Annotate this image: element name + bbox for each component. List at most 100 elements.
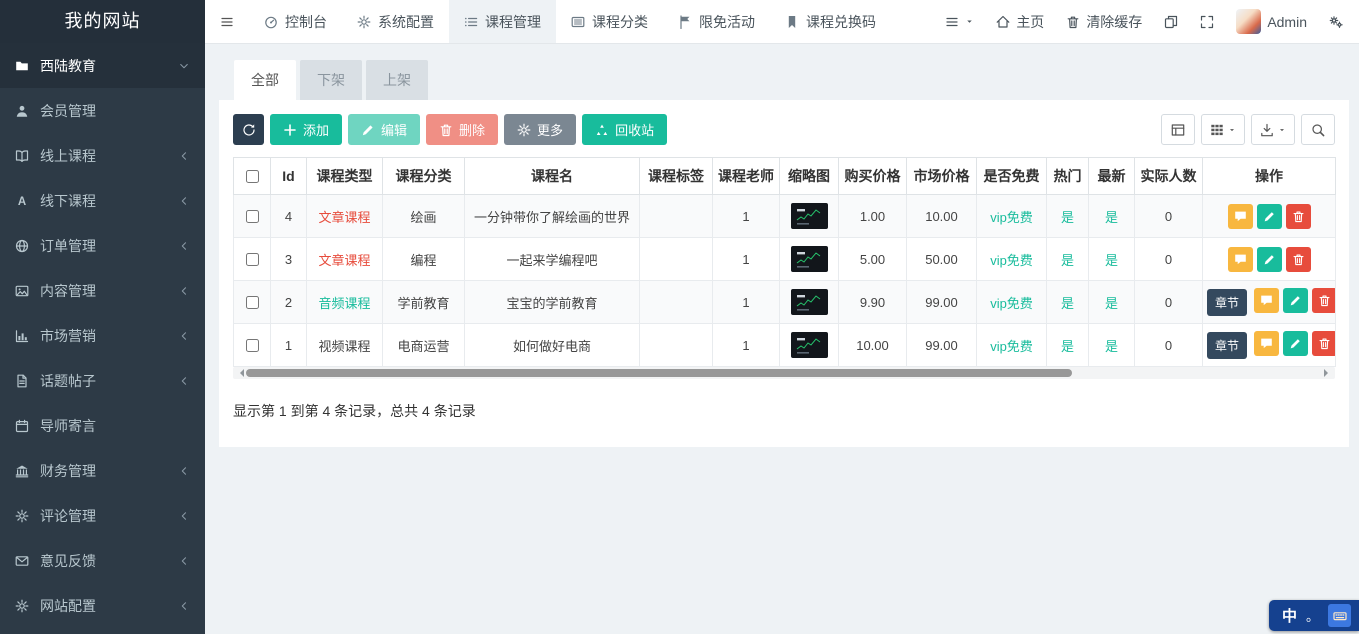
sidebar-item[interactable]: 导师寄言	[0, 403, 205, 448]
comment-button[interactable]	[1228, 247, 1253, 272]
chevron-down-icon	[178, 60, 190, 72]
select-all-checkbox[interactable]	[246, 170, 259, 183]
newest-toggle[interactable]: 是	[1105, 296, 1118, 311]
filter-tab[interactable]: 上架	[366, 60, 428, 100]
sidebar-item[interactable]: 市场营销	[0, 313, 205, 358]
edit-row-button[interactable]	[1283, 288, 1308, 313]
column-header[interactable]: 课程类型	[307, 158, 383, 195]
hot-toggle[interactable]: 是	[1061, 210, 1074, 225]
thumbnail-image[interactable]	[791, 203, 828, 229]
sidebar-item[interactable]: 线上课程	[0, 133, 205, 178]
sidebar-item[interactable]: 网站配置	[0, 583, 205, 628]
thumbnail-image[interactable]	[791, 332, 828, 358]
edit-row-button[interactable]	[1257, 204, 1282, 229]
free-toggle[interactable]: vip免费	[990, 253, 1033, 268]
column-header[interactable]: 是否免费	[977, 158, 1047, 195]
comment-button[interactable]	[1254, 331, 1279, 356]
sidebar-item[interactable]: 话题帖子	[0, 358, 205, 403]
delete-row-button[interactable]	[1312, 288, 1335, 313]
add-button[interactable]: 添加	[270, 114, 342, 145]
sidebar-item[interactable]: 意见反馈	[0, 538, 205, 583]
thumbnail-image[interactable]	[791, 289, 828, 315]
row-checkbox[interactable]	[246, 253, 259, 266]
scroll-right-arrow[interactable]	[1324, 367, 1332, 379]
nav-clear-cache-link[interactable]: 清除缓存	[1066, 12, 1142, 32]
ime-keyboard-button[interactable]	[1328, 604, 1351, 627]
edit-row-button[interactable]	[1283, 331, 1308, 356]
column-header[interactable]: 课程分类	[383, 158, 465, 195]
column-header[interactable]: 热门	[1047, 158, 1089, 195]
sidebar-item[interactable]: 会员管理	[0, 88, 205, 133]
row-checkbox[interactable]	[246, 296, 259, 309]
nav-fullscreen-button[interactable]	[1200, 15, 1214, 29]
hot-toggle[interactable]: 是	[1061, 253, 1074, 268]
ime-punctuation-indicator[interactable]: 。	[1306, 606, 1319, 625]
row-checkbox[interactable]	[246, 210, 259, 223]
column-header[interactable]: 课程名	[465, 158, 640, 195]
nav-menu-dropdown[interactable]	[945, 15, 974, 29]
chapter-button[interactable]: 章节	[1207, 332, 1247, 359]
edit-row-button[interactable]	[1257, 247, 1282, 272]
column-header[interactable]: 课程老师	[713, 158, 780, 195]
column-header[interactable]: 市场价格	[907, 158, 977, 195]
cell-student-count: 0	[1135, 324, 1203, 367]
nav-tab[interactable]: 系统配置	[342, 0, 449, 43]
ime-toolbar[interactable]: 中 。	[1269, 600, 1359, 631]
hot-toggle[interactable]: 是	[1061, 339, 1074, 354]
comment-button[interactable]	[1228, 204, 1253, 229]
free-toggle[interactable]: vip免费	[990, 210, 1033, 225]
newest-toggle[interactable]: 是	[1105, 253, 1118, 268]
column-header[interactable]: 课程标签	[640, 158, 713, 195]
more-button[interactable]: 更多	[504, 114, 576, 145]
nav-copy-button[interactable]	[1164, 15, 1178, 29]
newest-toggle[interactable]: 是	[1105, 210, 1118, 225]
filter-tab[interactable]: 下架	[300, 60, 362, 100]
hot-toggle[interactable]: 是	[1061, 296, 1074, 311]
scrollbar-thumb[interactable]	[246, 369, 1072, 377]
sidebar-item[interactable]: 订单管理	[0, 223, 205, 268]
chapter-button[interactable]: 章节	[1207, 289, 1247, 316]
recycle-bin-button[interactable]: 回收站	[582, 114, 667, 145]
horizontal-scrollbar[interactable]	[233, 367, 1335, 379]
thumbnail-image[interactable]	[791, 246, 828, 272]
sidebar-group[interactable]: 西陆教育	[0, 43, 205, 88]
column-header[interactable]: 最新	[1089, 158, 1135, 195]
sidebar-item[interactable]: 财务管理	[0, 448, 205, 493]
column-header[interactable]: 实际人数	[1135, 158, 1203, 195]
comment-button[interactable]	[1254, 288, 1279, 313]
nav-tab[interactable]: 课程分类	[556, 0, 663, 43]
nav-tab[interactable]: 限免活动	[663, 0, 770, 43]
columns-dropdown-button[interactable]	[1201, 114, 1245, 145]
delete-row-button[interactable]	[1286, 247, 1311, 272]
nav-home-link[interactable]: 主页	[996, 12, 1044, 32]
delete-button[interactable]: 删除	[426, 114, 498, 145]
nav-tab[interactable]: 控制台	[249, 0, 342, 43]
sidebar-item[interactable]: A线下课程	[0, 178, 205, 223]
ime-language-indicator[interactable]: 中	[1282, 605, 1297, 626]
detail-view-button[interactable]	[1161, 114, 1195, 145]
sidebar-item[interactable]: 内容管理	[0, 268, 205, 313]
sidebar-toggle-button[interactable]	[205, 0, 249, 43]
free-toggle[interactable]: vip免费	[990, 339, 1033, 354]
nav-tab[interactable]: 课程管理	[449, 0, 556, 43]
search-toggle-button[interactable]	[1301, 114, 1335, 145]
sidebar-item[interactable]: 评论管理	[0, 493, 205, 538]
delete-row-button[interactable]	[1286, 204, 1311, 229]
cell-market-price: 99.00	[907, 324, 977, 367]
free-toggle[interactable]: vip免费	[990, 296, 1033, 311]
nav-settings-button[interactable]	[1329, 15, 1343, 29]
export-dropdown-button[interactable]	[1251, 114, 1295, 145]
nav-user-menu[interactable]: Admin	[1236, 9, 1307, 34]
delete-row-button[interactable]	[1312, 331, 1335, 356]
column-header[interactable]: Id	[271, 158, 307, 195]
row-checkbox[interactable]	[246, 339, 259, 352]
edit-button[interactable]: 编辑	[348, 114, 420, 145]
scroll-left-arrow[interactable]	[236, 367, 244, 379]
column-header[interactable]: 缩略图	[780, 158, 839, 195]
newest-toggle[interactable]: 是	[1105, 339, 1118, 354]
refresh-button[interactable]	[233, 114, 264, 145]
column-header[interactable]: 操作	[1203, 158, 1336, 195]
column-header[interactable]: 购买价格	[839, 158, 907, 195]
nav-tab[interactable]: 课程兑换码	[770, 0, 891, 43]
filter-tab[interactable]: 全部	[234, 60, 296, 100]
